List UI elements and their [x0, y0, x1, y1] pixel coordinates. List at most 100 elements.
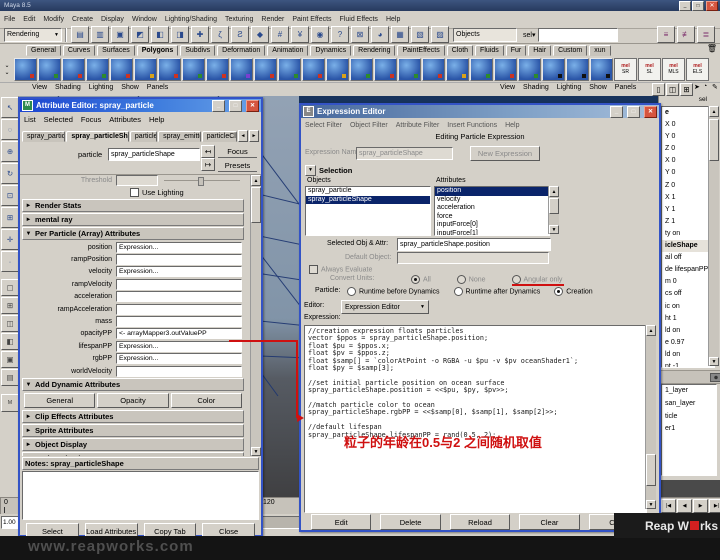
attribute-item[interactable]: position — [435, 187, 549, 196]
four-pane-layout-icon[interactable]: ⊞ — [680, 83, 693, 96]
section-header[interactable]: ►Render Stats — [22, 199, 244, 212]
attribute-value-field[interactable] — [116, 366, 242, 377]
close-button[interactable]: ✕ — [706, 1, 718, 11]
menu-item[interactable]: Select Filter — [305, 122, 342, 129]
node-tab[interactable]: particleClo — [202, 131, 237, 142]
toggle-tool-settings-icon[interactable]: ≢ — [677, 26, 695, 43]
shelf-tab[interactable]: Deformation — [217, 45, 265, 56]
object-mode-icon[interactable]: ◧ — [151, 26, 169, 43]
dialog-button[interactable]: Edit — [311, 514, 371, 530]
expand-arrow-icon[interactable]: ► — [25, 217, 32, 223]
poly-tool-icon-9[interactable] — [350, 58, 373, 81]
sel-dropdown[interactable]: sel▾ — [523, 31, 535, 39]
scroll-down-icon[interactable]: ▼ — [709, 357, 719, 366]
channel-row[interactable]: X 0 — [662, 119, 714, 131]
menu-item[interactable]: Paint Effects — [292, 16, 331, 23]
panel-menu-item[interactable]: Show — [121, 84, 139, 91]
channel-row[interactable]: cs off — [662, 288, 714, 300]
snap-curve-icon[interactable]: ζ — [211, 26, 229, 43]
section-header[interactable]: ►Sprite Attributes — [22, 424, 244, 437]
panel-menu-item[interactable]: Panels — [147, 84, 168, 91]
paint-mini-icon[interactable]: ✎ — [712, 83, 720, 94]
make-live-icon[interactable]: # — [271, 26, 289, 43]
particle-mode-radio[interactable]: Creation — [554, 287, 592, 296]
shelf-tab[interactable]: Rendering — [353, 45, 395, 56]
shelf-tab[interactable]: PaintEffects — [397, 45, 444, 56]
channel-row[interactable]: e 0.97 — [662, 337, 714, 349]
scroll-up-icon[interactable]: ▲ — [549, 186, 559, 197]
channel-row[interactable]: ld on — [662, 325, 714, 337]
dialog-button[interactable]: Reload — [450, 514, 510, 530]
expand-arrow-icon[interactable]: ► — [25, 203, 32, 209]
panel-menu-item[interactable]: Panels — [615, 84, 636, 91]
construction-history-icon[interactable]: ¥ — [291, 26, 309, 43]
channel-row[interactable]: ht 1 — [662, 313, 714, 325]
particle-mode-radio[interactable]: Runtime after Dynamics — [454, 287, 541, 296]
attribute-item[interactable]: force — [435, 213, 549, 222]
poly-tool-icon-8[interactable] — [326, 58, 349, 81]
object-item[interactable]: spray_particle — [306, 187, 430, 196]
expression-text-area[interactable]: //creation expression floats particlesve… — [304, 325, 647, 513]
expand-arrow-icon[interactable]: ► — [25, 442, 32, 448]
snap-plane-icon[interactable]: ◆ — [251, 26, 269, 43]
node-tab[interactable]: spray_emitter — [158, 131, 200, 142]
menu-item[interactable]: Texturing — [225, 16, 253, 23]
channel-row[interactable]: ic on — [662, 301, 714, 313]
scroll-down-icon[interactable]: ▼ — [251, 447, 261, 456]
ipr-render-icon[interactable]: ▧ — [411, 26, 429, 43]
poly-tool-icon-1[interactable] — [158, 58, 181, 81]
poly-tool-icon-15[interactable] — [494, 58, 517, 81]
attribute-value-field[interactable]: <- arrayMapper3.outValuePP — [116, 328, 242, 339]
menu-item[interactable]: Insert Functions — [447, 122, 497, 129]
layer-item[interactable]: 1_layer — [662, 385, 716, 398]
render-icon[interactable]: ▦ — [391, 26, 409, 43]
attribute-item[interactable]: acceleration — [435, 204, 549, 213]
attribute-value-field[interactable]: Expression... — [116, 353, 242, 364]
layout-graph-icon[interactable]: ▤ — [1, 369, 19, 386]
poly-tool-icon-2[interactable] — [182, 58, 205, 81]
section-header-add-dynamic[interactable]: ▼Add Dynamic Attributes — [22, 378, 244, 391]
mel-script-icon[interactable]: melMLS — [662, 58, 685, 81]
poly-cone-icon[interactable] — [86, 58, 109, 81]
checker-icon-1[interactable] — [542, 58, 565, 81]
single-pane-layout-icon[interactable]: ▯ — [652, 83, 665, 96]
channel-box-scrollbar[interactable]: ▲ ▼ — [708, 106, 719, 366]
lasso-tool-icon[interactable]: ◌ — [1, 119, 19, 140]
lock-icon[interactable]: ⊠ — [351, 26, 369, 43]
dialog-button[interactable]: Clear — [519, 514, 579, 530]
scroll-down-icon[interactable]: ▼ — [549, 225, 559, 234]
attribute-scrollbar[interactable]: ▲ ▼ — [250, 175, 261, 456]
add-attribute-button[interactable]: Opacity — [97, 393, 168, 408]
channel-row[interactable]: ld on — [662, 349, 714, 361]
scale-tool-icon[interactable]: ⊡ — [1, 185, 19, 206]
toggle-attribute-editor-icon[interactable]: ≡ — [657, 26, 675, 43]
use-lighting-checkbox[interactable] — [130, 188, 139, 197]
maximize-button[interactable]: □ — [692, 1, 704, 11]
attribute-value-field[interactable]: Expression... — [116, 341, 242, 352]
section-header[interactable]: ►Object Display — [22, 438, 244, 451]
shelf-tab[interactable]: xun — [589, 45, 610, 56]
selected-obj-field[interactable]: spray_particleShape.position — [397, 238, 551, 251]
component-mode-icon[interactable]: ◨ — [171, 26, 189, 43]
layout-split-icon[interactable]: ◧ — [1, 333, 19, 350]
rotate-tool-icon[interactable]: ↻ — [1, 163, 19, 184]
attribute-value-field[interactable]: Expression... — [116, 266, 242, 277]
layout-single-icon[interactable]: ▢ — [1, 279, 19, 296]
shelf-tab[interactable]: Hair — [528, 45, 551, 56]
panel-menu-item[interactable]: Shading — [523, 84, 549, 91]
poly-tool-icon-11[interactable] — [398, 58, 421, 81]
menu-item[interactable]: Focus — [81, 115, 101, 124]
close-icon[interactable]: ✕ — [246, 100, 259, 112]
shelf-tab[interactable]: Fluids — [475, 45, 504, 56]
channel-row[interactable]: nt -1 — [662, 361, 714, 368]
section-header[interactable]: ►Clip Effects Attributes — [22, 410, 244, 423]
camera-icon[interactable] — [710, 373, 720, 382]
attribute-item[interactable]: inputForce[0] — [435, 221, 549, 230]
channel-row[interactable]: ty on — [662, 228, 714, 240]
panel-menu-item[interactable]: Show — [589, 84, 607, 91]
menu-item[interactable]: Help — [505, 122, 519, 129]
shelf-tab[interactable]: Dynamics — [310, 45, 351, 56]
minimize-button[interactable]: _ — [679, 1, 691, 11]
menu-item[interactable]: Create — [72, 16, 93, 23]
checker-icon-3[interactable] — [590, 58, 613, 81]
